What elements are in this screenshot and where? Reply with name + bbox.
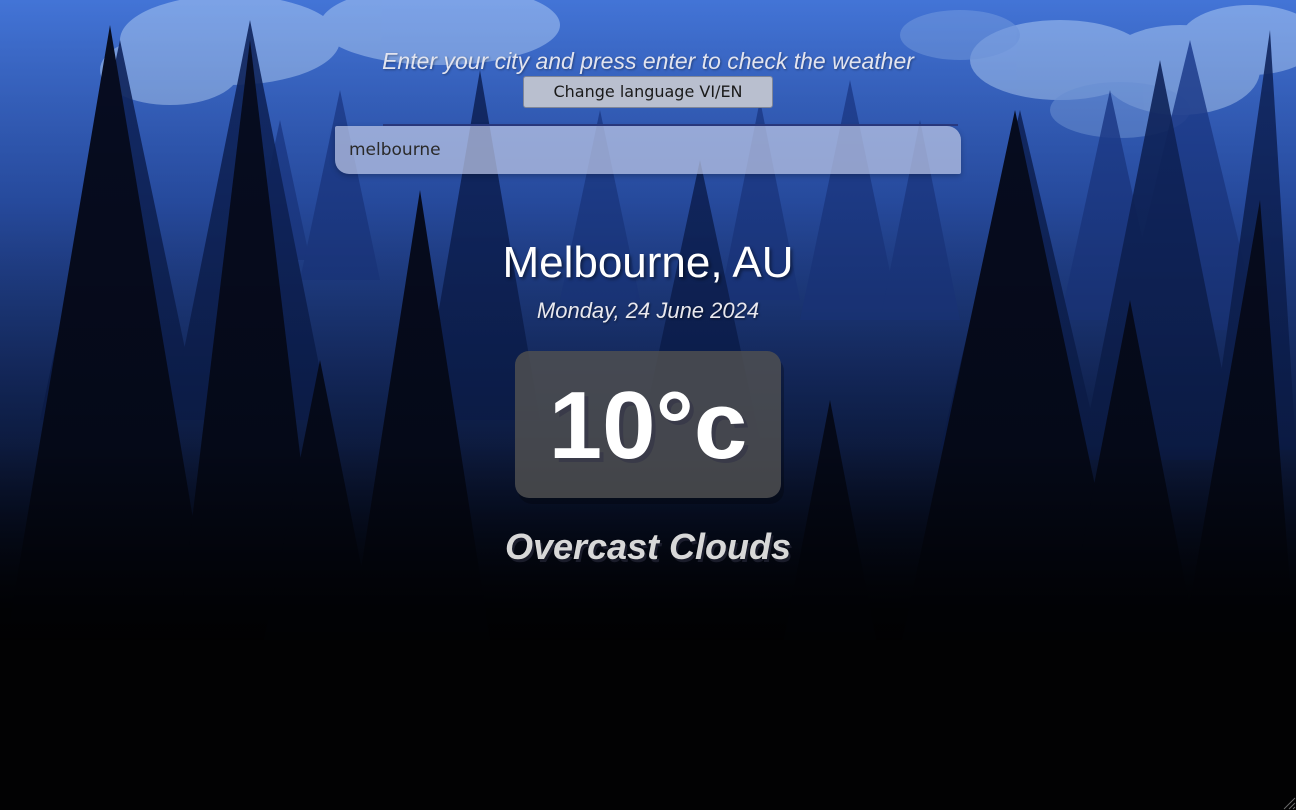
temperature-card: 10°c <box>515 351 781 498</box>
current-date: Monday, 24 June 2024 <box>536 298 760 323</box>
weather-condition: Overcast Clouds <box>504 526 792 567</box>
change-language-button[interactable]: Change language VI/EN <box>523 76 773 108</box>
city-search-input[interactable] <box>335 126 961 174</box>
weather-app: Enter your city and press enter to check… <box>0 0 1296 810</box>
resize-grip-icon[interactable] <box>1282 796 1296 810</box>
location-name: Melbourne, AU <box>502 238 794 287</box>
search-instructions: Enter your city and press enter to check… <box>382 48 914 74</box>
temperature-value: 10°c <box>548 372 748 479</box>
